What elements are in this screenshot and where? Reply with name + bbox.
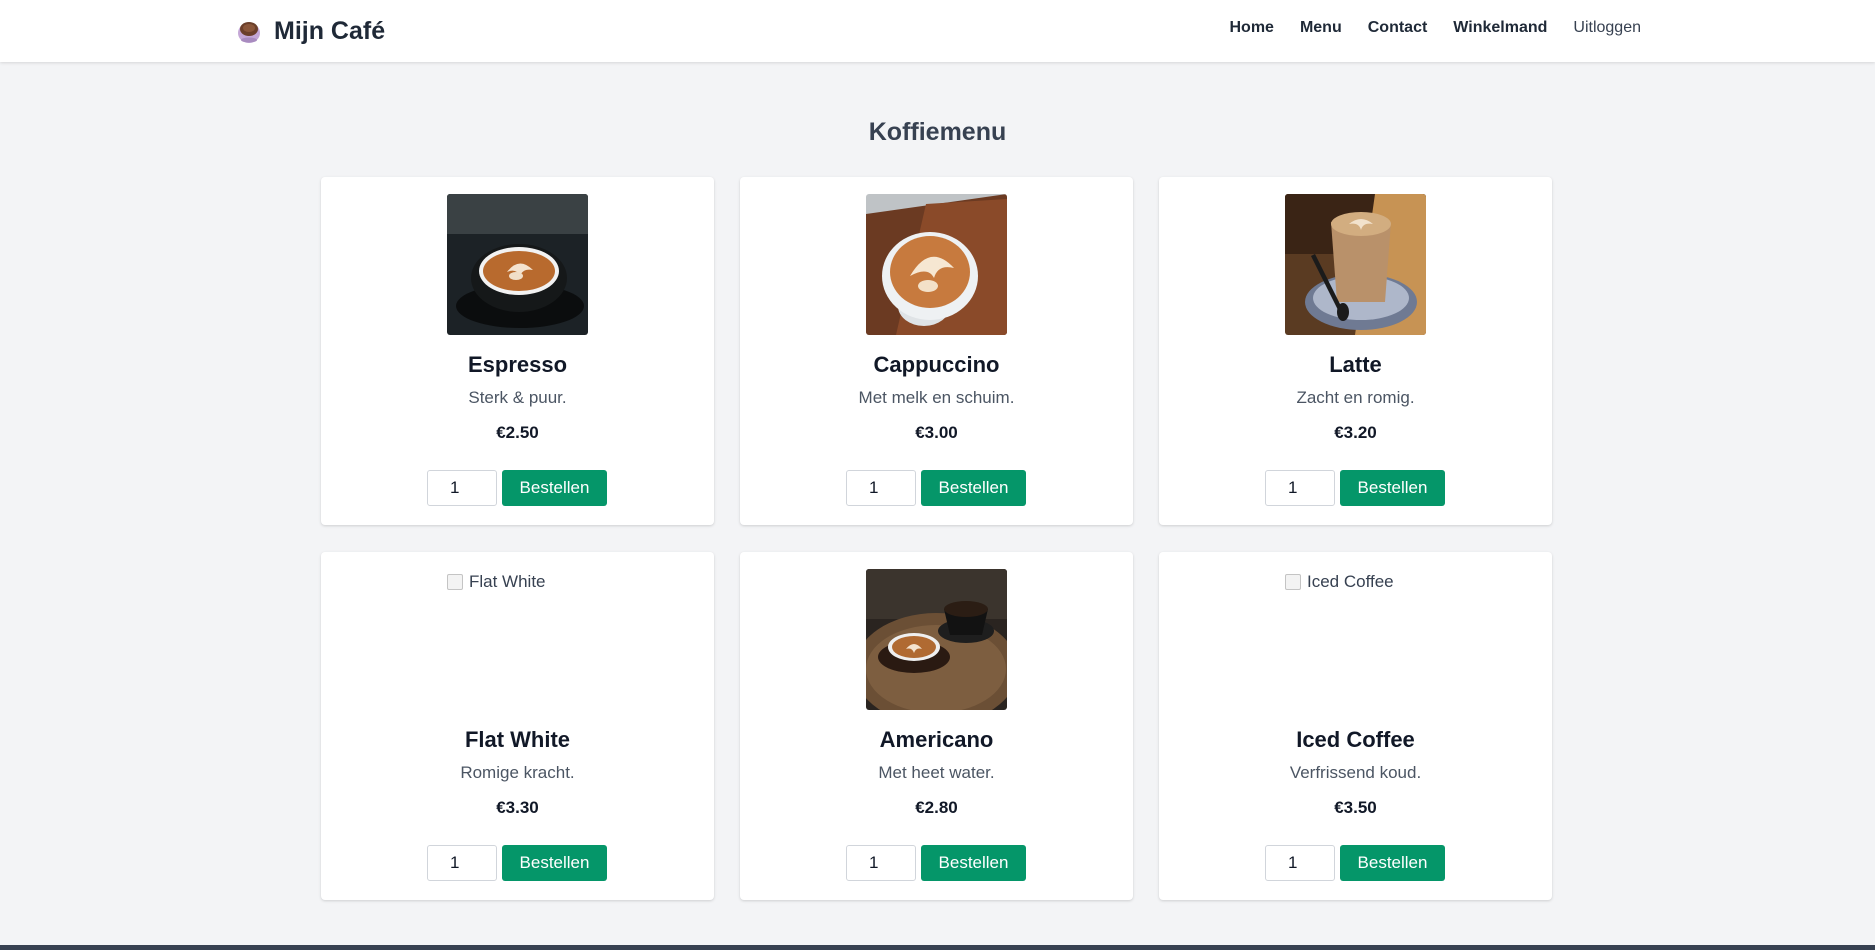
coffee-cup-icon	[238, 22, 260, 43]
nav-home[interactable]: Home	[1230, 19, 1274, 37]
order-button[interactable]: Bestellen	[921, 470, 1026, 506]
product-image	[1285, 194, 1426, 335]
brand-name: Mijn Café	[274, 16, 386, 45]
quantity-input[interactable]	[427, 470, 497, 506]
product-price: €3.00	[915, 423, 958, 442]
order-button[interactable]: Bestellen	[502, 845, 607, 881]
order-controls: Bestellen	[427, 845, 607, 881]
product-price: €2.50	[496, 423, 539, 442]
product-description: Sterk & puur.	[468, 388, 567, 407]
broken-image-icon	[1285, 574, 1301, 590]
product-price: €2.80	[915, 798, 958, 817]
nav-cart[interactable]: Winkelmand	[1453, 19, 1547, 37]
product-price: €3.50	[1334, 798, 1377, 817]
product-card: Flat White Flat White Romige kracht. €3.…	[321, 552, 714, 900]
order-controls: Bestellen	[846, 845, 1026, 881]
nav-menu[interactable]: Menu	[1300, 19, 1342, 37]
product-description: Romige kracht.	[460, 763, 575, 782]
footer-bar	[0, 945, 1875, 950]
product-grid: Espresso Sterk & puur. €2.50 Bestellen C…	[321, 177, 1552, 900]
main-nav: Home Menu Contact Winkelmand Uitloggen	[1230, 17, 1642, 39]
image-alt-text: Flat White	[469, 572, 546, 591]
product-description: Zacht en romig.	[1296, 388, 1415, 407]
broken-image: Flat White	[447, 569, 588, 710]
product-name: Flat White	[464, 727, 571, 752]
quantity-input[interactable]	[427, 845, 497, 881]
latte-photo	[1285, 194, 1426, 335]
product-description: Verfrissend koud.	[1289, 763, 1422, 782]
broken-image: Iced Coffee	[1285, 569, 1426, 710]
order-button[interactable]: Bestellen	[1340, 845, 1445, 881]
product-name: Cappuccino	[873, 352, 1000, 377]
top-navbar: Mijn Café Home Menu Contact Winkelmand U…	[0, 0, 1875, 62]
product-name: Americano	[879, 727, 994, 752]
order-controls: Bestellen	[1265, 845, 1445, 881]
page-title: Koffiemenu	[868, 118, 1007, 146]
product-card: Iced Coffee Iced Coffee Verfrissend koud…	[1159, 552, 1552, 900]
nav-contact[interactable]: Contact	[1368, 19, 1428, 37]
product-price: €3.20	[1334, 423, 1377, 442]
order-controls: Bestellen	[427, 470, 607, 506]
americano-photo	[866, 569, 1007, 710]
product-description: Met heet water.	[878, 763, 995, 782]
product-card: Americano Met heet water. €2.80 Bestelle…	[740, 552, 1133, 900]
quantity-input[interactable]	[1265, 845, 1335, 881]
product-card: Latte Zacht en romig. €3.20 Bestellen	[1159, 177, 1552, 525]
product-name: Latte	[1329, 352, 1382, 377]
product-name: Espresso	[467, 352, 568, 377]
quantity-input[interactable]	[1265, 470, 1335, 506]
image-alt-text: Iced Coffee	[1307, 572, 1394, 591]
order-controls: Bestellen	[1265, 470, 1445, 506]
order-button[interactable]: Bestellen	[502, 470, 607, 506]
product-image	[447, 194, 588, 335]
product-image	[866, 194, 1007, 335]
nav-logout[interactable]: Uitloggen	[1573, 19, 1641, 37]
product-description: Met melk en schuim.	[858, 388, 1015, 407]
quantity-input[interactable]	[846, 470, 916, 506]
product-price: €3.30	[496, 798, 539, 817]
order-controls: Bestellen	[846, 470, 1026, 506]
product-name: Iced Coffee	[1296, 727, 1415, 752]
espresso-photo	[447, 194, 588, 335]
order-button[interactable]: Bestellen	[1340, 470, 1445, 506]
product-image	[866, 569, 1007, 710]
product-card: Espresso Sterk & puur. €2.50 Bestellen	[321, 177, 714, 525]
order-button[interactable]: Bestellen	[921, 845, 1026, 881]
product-card: Cappuccino Met melk en schuim. €3.00 Bes…	[740, 177, 1133, 525]
brand[interactable]: Mijn Café	[236, 14, 385, 48]
broken-image-icon	[447, 574, 463, 590]
quantity-input[interactable]	[846, 845, 916, 881]
cappuccino-photo	[866, 194, 1007, 335]
